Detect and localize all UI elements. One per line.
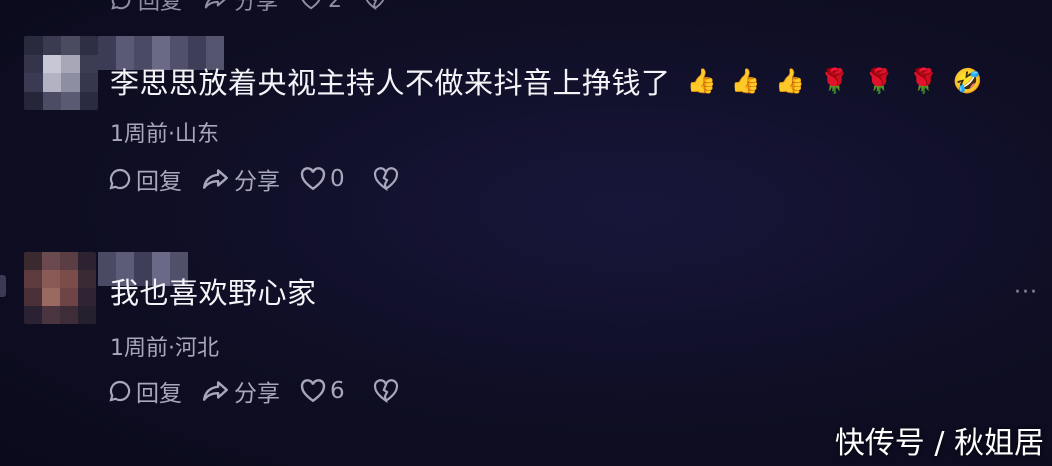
rose-icon: 🌹 — [864, 67, 895, 95]
comment-body: 李思思放着央视主持人不做来抖音上挣钱了 — [110, 66, 671, 100]
comment-bubble-icon — [111, 0, 131, 10]
comment-actions: 回复 分享 0 — [108, 162, 399, 196]
share-label: 分享 — [234, 381, 280, 407]
comment-body: 我也喜欢野心家 — [110, 276, 317, 310]
like-action[interactable]: 2 — [300, 0, 342, 13]
share-action[interactable]: 分享 — [204, 0, 278, 16]
reply-button[interactable]: 回复 — [108, 374, 182, 408]
share-arrow-icon — [204, 0, 226, 9]
reply-action[interactable]: 回复 — [110, 0, 182, 16]
like-button[interactable]: 6 — [300, 378, 345, 404]
watermark: 快传号 / 秋姐居 — [834, 426, 1044, 461]
broken-heart-icon — [365, 0, 385, 10]
avatar-blurred[interactable] — [24, 36, 98, 110]
heart-icon — [300, 379, 326, 403]
like-count: 0 — [330, 166, 345, 192]
comment-actions: 回复 分享 6 — [108, 374, 399, 408]
like-count: 6 — [330, 378, 345, 404]
previous-comment-actions: 回复 分享 2 — [110, 0, 386, 16]
ellipsis-icon[interactable]: ··· — [1014, 280, 1038, 305]
comment-meta: 1周前·山东 — [110, 122, 219, 147]
reply-button[interactable]: 回复 — [108, 162, 182, 196]
broken-heart-icon — [373, 379, 398, 403]
thumbs-up-icon: 👍 — [775, 67, 806, 95]
edge-indicator — [0, 275, 6, 297]
reply-label: 回复 — [136, 381, 182, 407]
avatar-blurred[interactable] — [24, 252, 96, 324]
share-arrow-icon — [202, 381, 228, 401]
comment-bubble-icon — [109, 168, 131, 190]
rose-icon: 🌹 — [819, 67, 851, 95]
share-button[interactable]: 分享 — [202, 162, 280, 196]
heart-icon — [300, 167, 326, 191]
thumbs-up-icon: 👍 — [730, 67, 762, 95]
comment-text: 李思思放着央视主持人不做来抖音上挣钱了 👍 👍 👍 🌹 🌹 🌹 🤣 — [110, 60, 983, 102]
dislike-button[interactable] — [373, 379, 399, 403]
share-arrow-icon — [202, 169, 228, 189]
like-count: 2 — [328, 0, 343, 13]
emoji-row: 👍 👍 👍 🌹 🌹 🌹 🤣 — [687, 67, 984, 95]
share-button[interactable]: 分享 — [202, 374, 280, 408]
dislike-action[interactable] — [364, 0, 386, 10]
reply-label: 回复 — [136, 169, 182, 195]
thumbs-up-icon: 👍 — [686, 67, 717, 95]
heart-icon — [301, 0, 321, 10]
comment-bubble-icon — [109, 380, 131, 402]
share-label: 分享 — [234, 0, 279, 15]
broken-heart-icon — [373, 167, 398, 191]
dislike-button[interactable] — [373, 167, 399, 191]
comment-text: 我也喜欢野心家 — [110, 270, 317, 312]
reply-label: 回复 — [138, 0, 183, 15]
rose-icon: 🌹 — [908, 67, 939, 95]
share-label: 分享 — [234, 169, 280, 195]
laughing-face-icon: 🤣 — [952, 67, 984, 95]
like-button[interactable]: 0 — [300, 166, 345, 192]
comment-meta: 1周前·河北 — [110, 336, 219, 361]
